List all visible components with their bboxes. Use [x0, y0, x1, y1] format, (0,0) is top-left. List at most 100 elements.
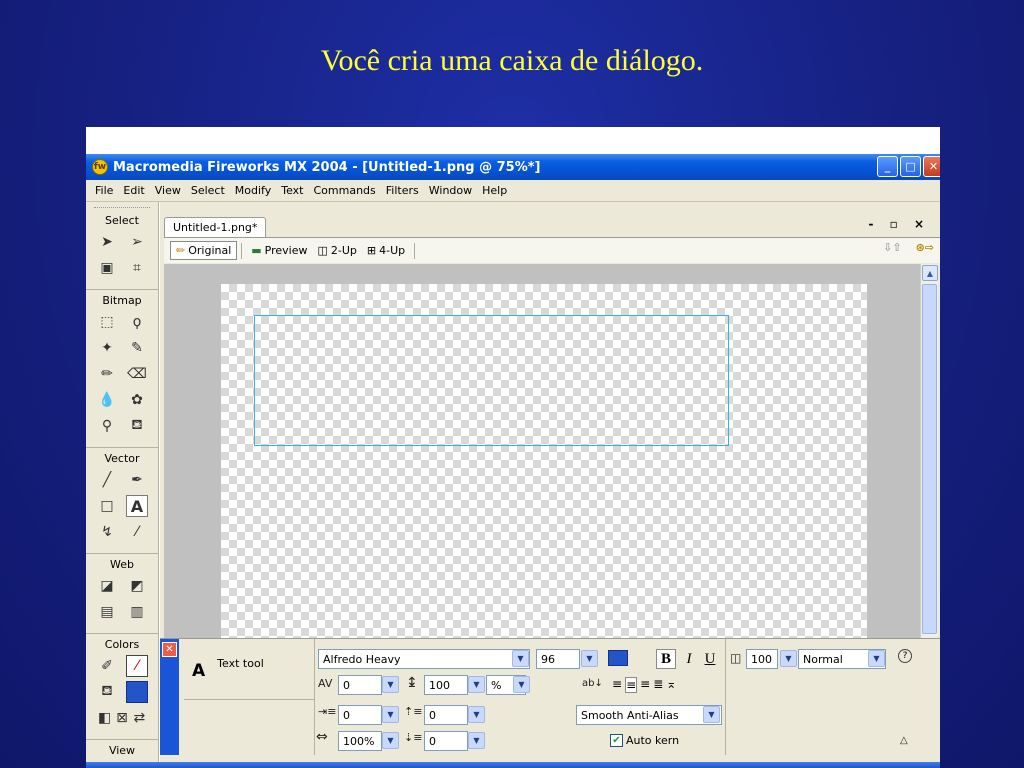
stroke-swatch-icon[interactable]: ⁄	[126, 655, 148, 677]
collapse-panel-icon[interactable]: △	[900, 735, 908, 746]
text-selection-box[interactable]	[254, 315, 729, 446]
font-size-input[interactable]: 96	[536, 649, 580, 669]
fireworks-launch-icon[interactable]: ⊛⇨	[916, 241, 934, 254]
kerning-input[interactable]: 0	[338, 675, 382, 695]
window-titlebar[interactable]: fw Macromedia Fireworks MX 2004 - [Untit…	[86, 154, 940, 180]
space-before-input[interactable]: 0	[424, 705, 468, 725]
four-up-view-button[interactable]: ⊞ 4-Up	[362, 242, 410, 259]
lasso-tool-icon[interactable]: ϙ	[126, 311, 148, 333]
horizontal-scale-input[interactable]: 100%	[338, 731, 382, 751]
text-color-swatch[interactable]	[608, 650, 628, 666]
menu-edit[interactable]: Edit	[118, 184, 149, 197]
slice-tool-icon[interactable]: ◩	[126, 575, 148, 597]
chevron-down-icon[interactable]: ▼	[382, 676, 399, 693]
eraser-tool-icon[interactable]: ⌫	[126, 363, 148, 385]
leading-input[interactable]: 100	[424, 675, 468, 695]
text-tool-icon[interactable]: A	[126, 495, 148, 517]
original-view-button[interactable]: ✏ Original	[170, 241, 238, 260]
horizontal-scale-icon: ⇔	[316, 729, 328, 745]
space-after-input[interactable]: 0	[424, 731, 468, 751]
quick-export-icon[interactable]: ⇩⇧	[883, 241, 901, 254]
magic-wand-icon[interactable]: ✦	[96, 337, 118, 359]
chevron-down-icon[interactable]: ▼	[868, 650, 885, 667]
anti-alias-select[interactable]: Smooth Anti-Alias	[576, 705, 722, 725]
text-direction-icon[interactable]: ab↓	[582, 678, 603, 689]
eyedropper-icon[interactable]: ⚲	[96, 415, 118, 437]
justify-icon[interactable]: ≣	[653, 677, 663, 693]
maximize-button[interactable]: □	[900, 156, 921, 177]
window-controls: _ □ ✕	[877, 156, 940, 177]
chevron-down-icon[interactable]: ▼	[780, 650, 797, 667]
close-button[interactable]: ✕	[923, 156, 940, 177]
scroll-thumb[interactable]	[922, 284, 937, 634]
hotspot-tool-icon[interactable]: ◪	[96, 575, 118, 597]
menu-select[interactable]: Select	[186, 184, 230, 197]
paint-bucket-icon[interactable]: ⛾	[126, 415, 148, 437]
auto-kern-checkbox[interactable]: ✔ Auto kern	[610, 734, 679, 747]
swap-colors-icon[interactable]: ⇄	[131, 707, 148, 729]
brush-tool-icon[interactable]: ✎	[126, 337, 148, 359]
menu-commands[interactable]: Commands	[308, 184, 380, 197]
two-up-icon: ◫	[317, 244, 328, 257]
default-colors-icon[interactable]: ◧	[96, 707, 113, 729]
fill-color-icon[interactable]: ⛾	[96, 681, 118, 703]
line-tool-icon[interactable]: ╱	[96, 469, 118, 491]
align-center-icon[interactable]: ≡	[625, 677, 638, 693]
opacity-input[interactable]: 100	[746, 649, 778, 669]
menu-modify[interactable]: Modify	[230, 184, 276, 197]
minimize-button[interactable]: _	[877, 156, 898, 177]
menu-filters[interactable]: Filters	[381, 184, 424, 197]
two-up-view-button[interactable]: ◫ 2-Up	[313, 242, 362, 259]
show-slices-icon[interactable]: ▥	[126, 601, 148, 623]
menu-help[interactable]: Help	[477, 184, 512, 197]
freeform-tool-icon[interactable]: ↯	[96, 521, 118, 543]
chevron-down-icon[interactable]: ▼	[703, 706, 720, 723]
menu-view[interactable]: View	[150, 184, 186, 197]
align-right-icon[interactable]: ≡	[640, 677, 650, 693]
checkmark-icon[interactable]: ✔	[610, 734, 623, 747]
subselection-tool-icon[interactable]: ➢	[126, 231, 148, 253]
menu-file[interactable]: File	[90, 184, 118, 197]
blur-tool-icon[interactable]: 💧	[96, 389, 118, 411]
vertical-scrollbar[interactable]: ▲	[920, 264, 938, 638]
scale-tool-icon[interactable]: ▣	[96, 257, 118, 279]
no-color-icon[interactable]: ⊠	[113, 707, 130, 729]
tab-untitled-1[interactable]: Untitled-1.png*	[164, 217, 267, 237]
chevron-down-icon[interactable]: ▼	[468, 732, 485, 749]
chevron-down-icon[interactable]: ▼	[468, 706, 485, 723]
align-left-icon[interactable]: ≡	[612, 677, 622, 693]
underline-button[interactable]: U	[700, 649, 720, 669]
chevron-down-icon[interactable]: ▼	[512, 650, 529, 667]
menu-window[interactable]: Window	[424, 184, 477, 197]
marquee-tool-icon[interactable]: ⬚	[96, 311, 118, 333]
knife-tool-icon[interactable]: ⁄	[126, 521, 148, 543]
bold-button[interactable]: B	[656, 649, 676, 669]
chevron-down-icon[interactable]: ▼	[382, 706, 399, 723]
close-icon[interactable]: ✕	[162, 642, 177, 657]
stretch-icon[interactable]: ⌅	[666, 677, 676, 693]
menu-text[interactable]: Text	[276, 184, 308, 197]
crop-tool-icon[interactable]: ⌗	[126, 257, 148, 279]
font-family-select[interactable]: Alfredo Heavy	[318, 649, 530, 669]
fill-swatch-icon[interactable]	[126, 681, 148, 703]
indent-input[interactable]: 0	[338, 705, 382, 725]
chevron-down-icon[interactable]: ▼	[513, 676, 530, 693]
chevron-down-icon[interactable]: ▼	[581, 650, 598, 667]
rectangle-tool-icon[interactable]: □	[96, 495, 118, 517]
chevron-down-icon[interactable]: ▼	[468, 676, 485, 693]
pointer-tool-icon[interactable]: ➤	[96, 231, 118, 253]
help-icon[interactable]: ?	[898, 649, 912, 663]
italic-button[interactable]: I	[679, 649, 699, 669]
hide-slices-icon[interactable]: ▤	[96, 601, 118, 623]
rubber-stamp-icon[interactable]: ✿	[126, 389, 148, 411]
scroll-up-icon[interactable]: ▲	[922, 265, 938, 281]
document-window-controls[interactable]: - ▫ ×	[868, 217, 930, 231]
pencil-tool-icon[interactable]: ✏	[96, 363, 118, 385]
chevron-down-icon[interactable]: ▼	[382, 732, 399, 749]
pen-tool-icon[interactable]: ✒	[126, 469, 148, 491]
panel-grip[interactable]	[94, 202, 150, 208]
stroke-color-icon[interactable]: ✐	[96, 655, 118, 677]
preview-view-button[interactable]: ▬ Preview	[246, 242, 312, 259]
canvas-pasteboard[interactable]	[164, 264, 920, 638]
transparent-canvas[interactable]	[221, 284, 867, 638]
